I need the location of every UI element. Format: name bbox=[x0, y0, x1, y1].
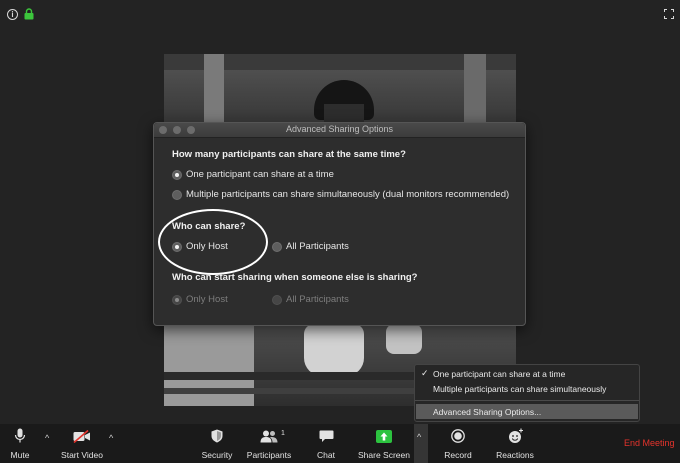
share-options-menu: ✓ One participant can share at a time Mu… bbox=[414, 364, 640, 422]
advanced-sharing-dialog: Advanced Sharing Options How many partic… bbox=[153, 122, 526, 326]
option-one-participant[interactable]: One participant can share at a time bbox=[172, 169, 512, 181]
security-label: Security bbox=[201, 450, 233, 460]
mute-label: Mute bbox=[10, 450, 30, 460]
option-label: Only Host bbox=[186, 294, 228, 305]
menu-divider bbox=[415, 400, 639, 401]
mute-button[interactable]: Mute bbox=[4, 426, 36, 461]
radio-one-participant[interactable] bbox=[172, 170, 182, 180]
record-label: Record bbox=[444, 450, 472, 460]
info-icon[interactable]: i bbox=[7, 9, 18, 20]
radio-only-host-disabled bbox=[172, 295, 182, 305]
reactions-button[interactable]: Reactions bbox=[493, 426, 537, 461]
option-label: All Participants bbox=[286, 294, 349, 305]
chat-icon bbox=[319, 430, 334, 442]
smiley-plus-icon bbox=[509, 428, 523, 443]
chat-label: Chat bbox=[317, 450, 335, 460]
start-video-label: Start Video bbox=[61, 450, 103, 460]
shield-icon bbox=[211, 429, 223, 443]
video-options-caret[interactable]: ^ bbox=[109, 433, 113, 443]
menu-item-one-participant[interactable]: One participant can share at a time bbox=[433, 369, 565, 379]
radio-multiple-participants[interactable] bbox=[172, 190, 182, 200]
check-icon: ✓ bbox=[421, 368, 429, 378]
question-how-many: How many participants can share at the s… bbox=[172, 149, 406, 160]
option-label: Only Host bbox=[186, 241, 228, 252]
question-who-can-start-sharing: Who can start sharing when someone else … bbox=[172, 272, 418, 283]
video-off-icon bbox=[73, 430, 90, 443]
microphone-icon bbox=[14, 428, 26, 443]
option-label: One participant can share at a time bbox=[186, 169, 334, 180]
option-only-host-disabled: Only Host bbox=[172, 294, 252, 306]
fullscreen-icon[interactable] bbox=[664, 9, 674, 19]
chat-button[interactable]: Chat bbox=[312, 426, 340, 461]
option-only-host[interactable]: Only Host bbox=[172, 241, 252, 253]
share-screen-icon bbox=[376, 430, 392, 443]
share-screen-label: Share Screen bbox=[358, 450, 410, 460]
participants-icon bbox=[260, 430, 278, 443]
menu-item-multiple-participants[interactable]: Multiple participants can share simultan… bbox=[433, 384, 606, 394]
lock-icon[interactable] bbox=[24, 8, 34, 20]
option-multiple-participants[interactable]: Multiple participants can share simultan… bbox=[172, 189, 517, 201]
radio-all-participants-disabled bbox=[272, 295, 282, 305]
option-all-participants-disabled: All Participants bbox=[272, 294, 372, 306]
record-icon bbox=[451, 429, 465, 443]
participants-count-badge: 1 bbox=[281, 430, 285, 437]
record-button[interactable]: Record bbox=[440, 426, 476, 461]
end-meeting-button[interactable]: End Meeting bbox=[624, 438, 675, 448]
participants-label: Participants bbox=[246, 450, 292, 460]
reactions-label: Reactions bbox=[496, 450, 534, 460]
share-screen-button[interactable]: Share Screen bbox=[356, 426, 412, 461]
participants-button[interactable]: 1 Participants bbox=[245, 426, 293, 461]
dialog-title: Advanced Sharing Options bbox=[285, 124, 394, 134]
radio-only-host[interactable] bbox=[172, 242, 182, 252]
chevron-up-icon: ^ bbox=[417, 432, 422, 442]
radio-all-participants[interactable] bbox=[272, 242, 282, 252]
option-all-participants[interactable]: All Participants bbox=[272, 241, 372, 253]
dialog-titlebar: Advanced Sharing Options bbox=[154, 123, 525, 138]
menu-item-advanced-sharing[interactable]: Advanced Sharing Options... bbox=[433, 407, 541, 417]
share-options-caret-button[interactable]: ^ bbox=[414, 424, 428, 463]
option-label: Multiple participants can share simultan… bbox=[186, 189, 510, 200]
question-who-can-share: Who can share? bbox=[172, 221, 246, 232]
security-button[interactable]: Security bbox=[200, 426, 234, 461]
start-video-button[interactable]: Start Video bbox=[58, 426, 106, 461]
option-label: All Participants bbox=[286, 241, 349, 252]
audio-options-caret[interactable]: ^ bbox=[45, 433, 49, 443]
